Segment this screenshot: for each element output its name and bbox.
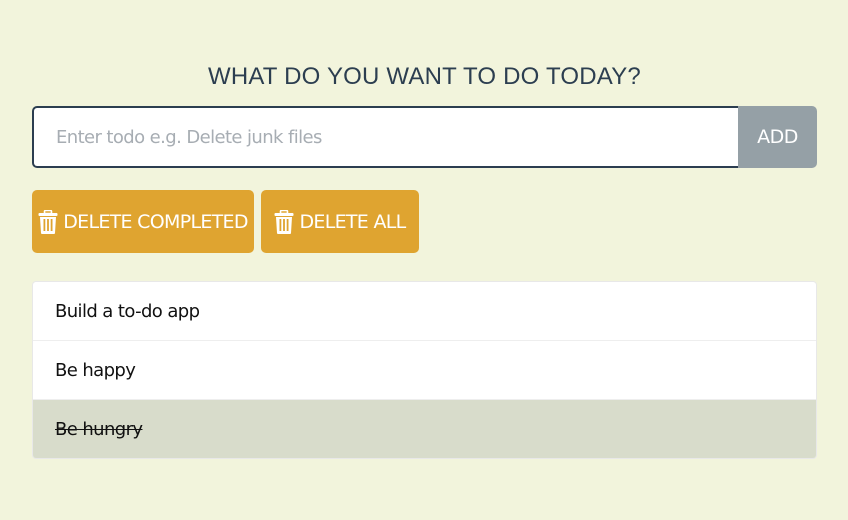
todo-item-completed[interactable]: Be hungry <box>33 400 816 458</box>
add-todo-form: ADD <box>32 106 817 168</box>
todo-item[interactable]: Build a to-do app <box>33 282 816 341</box>
page-title: WHAT DO YOU WANT TO DO TODAY? <box>208 63 641 90</box>
todo-input[interactable] <box>32 106 738 168</box>
todo-item-text: Be happy <box>55 359 136 381</box>
bulk-actions: DELETE COMPLETED DELETE ALL <box>32 190 419 253</box>
todo-item-text: Be hungry <box>55 418 143 440</box>
delete-all-button[interactable]: DELETE ALL <box>261 190 419 253</box>
todo-list: Build a to-do app Be happy Be hungry <box>32 281 817 459</box>
delete-all-label: DELETE ALL <box>299 210 406 233</box>
trash-icon <box>38 209 58 234</box>
add-button[interactable]: ADD <box>738 106 817 168</box>
todo-item-text: Build a to-do app <box>55 300 200 322</box>
trash-icon <box>274 209 294 234</box>
delete-completed-label: DELETE COMPLETED <box>63 210 248 233</box>
todo-item[interactable]: Be happy <box>33 341 816 400</box>
delete-completed-button[interactable]: DELETE COMPLETED <box>32 190 254 253</box>
